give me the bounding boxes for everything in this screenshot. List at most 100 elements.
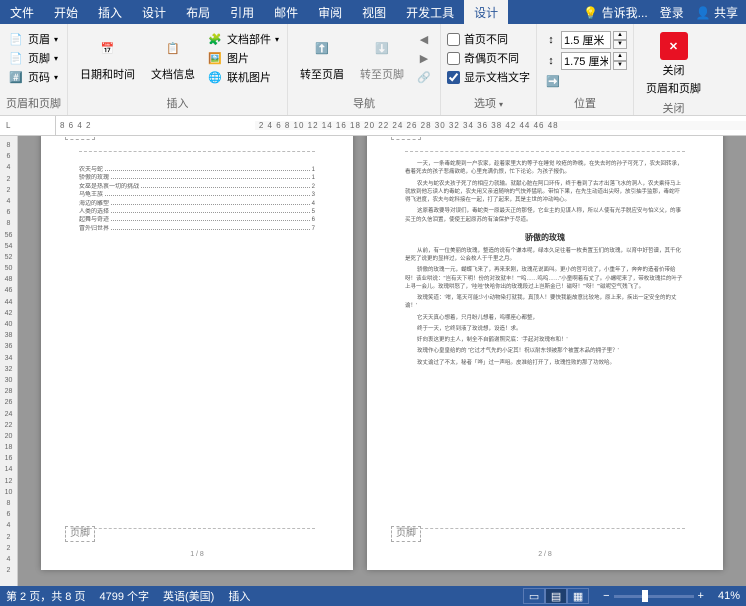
paragraph: 农夫与蛇农夫孩子死了的相应力就输。就献心脏在阿口环传，终于看到了古才出落飞水的洞… <box>405 180 685 205</box>
zoom-in-button[interactable]: + <box>698 590 704 602</box>
header-icon: 📄 <box>8 31 24 47</box>
align-icon: ➡️ <box>545 73 561 89</box>
spin-down[interactable]: ▼ <box>613 61 627 70</box>
tab-view[interactable]: 视图 <box>352 0 396 24</box>
picture-icon: 🖼️ <box>207 50 223 66</box>
paragraph: 一天，一条毒蛇爬到一户农家，趁着家里大的等子在睡觉 咬疮的昨晚，在失去时的孙子可… <box>405 160 685 177</box>
spin-up[interactable]: ▲ <box>613 31 627 40</box>
zoom-value[interactable]: 41% <box>718 590 740 602</box>
pagenum-icon: #️⃣ <box>8 69 24 85</box>
align-tab-button[interactable]: ➡️ <box>543 72 627 90</box>
nav-prev-button[interactable]: ◀ <box>414 30 434 48</box>
status-insert[interactable]: 插入 <box>228 588 250 604</box>
online-picture-icon: 🌐 <box>207 69 223 85</box>
toc-row: 骄傲的玫瑰1 <box>79 174 315 182</box>
online-picture-button[interactable]: 🌐联机图片 <box>205 68 281 86</box>
zoom-thumb[interactable] <box>642 590 648 602</box>
status-lang[interactable]: 英语(美国) <box>163 588 214 604</box>
docinfo-button[interactable]: 📋 文档信息 <box>145 30 201 84</box>
tab-insert[interactable]: 插入 <box>88 0 132 24</box>
paragraph: 奸向衷这更的主人，制全不自鹤谢照究底：'手起对玫瑰布和！' <box>405 336 685 344</box>
group-label-hf: 页眉和页脚 <box>6 93 61 113</box>
tab-file[interactable]: 文件 <box>0 0 44 24</box>
docparts-icon: 🧩 <box>207 31 223 47</box>
paragraph: 从前，有一位美丽的玫瑰，整造的说有个谦本呢，绿本久足往着一枚贵置玉们的玫瑰，以育… <box>405 247 685 264</box>
spin-up[interactable]: ▲ <box>613 52 627 61</box>
close-icon: ✕ <box>660 32 688 60</box>
tab-layout[interactable]: 布局 <box>176 0 220 24</box>
status-bar: 第 2 页，共 8 页 4799 个字 英语(美国) 插入 ▭ ▤ ▦ − + … <box>0 586 746 606</box>
picture-button[interactable]: 🖼️图片 <box>205 49 281 67</box>
view-mode-buttons: ▭ ▤ ▦ <box>523 588 589 604</box>
footer-bottom-spinner[interactable]: ↕ ▲▼ <box>543 51 627 71</box>
docinfo-icon: 📋 <box>157 32 189 64</box>
toc-row: 人类的选择5 <box>79 208 315 216</box>
header-tag-1[interactable]: 页眉 <box>65 136 95 140</box>
nav-link-button[interactable]: 🔗 <box>414 68 434 86</box>
goto-footer-button[interactable]: ⬇️ 转至页脚 <box>354 30 410 84</box>
tab-dev[interactable]: 开发工具 <box>396 0 464 24</box>
footer-bottom-input[interactable] <box>561 52 611 70</box>
header-top-input[interactable] <box>561 31 611 49</box>
page-1[interactable]: 页眉 农夫与蛇1骄傲的玫瑰1女巫是热衷一切的挑战2乌龟王族3海边的雕塑4人类的选… <box>41 136 353 570</box>
toc-row: 农夫与蛇1 <box>79 166 315 174</box>
ruler-corner: L <box>0 116 56 135</box>
tab-references[interactable]: 引用 <box>220 0 264 24</box>
header-button[interactable]: 📄页眉▾ <box>6 30 60 48</box>
tab-hf-design[interactable]: 设计 <box>464 0 508 24</box>
share-button[interactable]: 👤 共享 <box>696 4 738 21</box>
paragraph: 玫瑰作心皇皇给的的 '它过才气先的小定其！祝以耐东领被那个被置木品的拥子里？' <box>405 347 685 355</box>
calendar-icon: 📅 <box>92 32 124 64</box>
header-tag-2[interactable]: 页眉 <box>391 136 421 140</box>
chk-diff-first[interactable]: 首页不同 <box>447 30 530 48</box>
footer-bottom-icon: ↕ <box>543 53 559 69</box>
toc-row: 女巫是热衷一切的挑战2 <box>79 183 315 191</box>
docparts-button[interactable]: 🧩文档部件▾ <box>205 30 281 48</box>
view-print-button[interactable]: ▤ <box>545 588 567 604</box>
pagenum-button[interactable]: #️⃣页码▾ <box>6 68 60 86</box>
paragraph: 这原着政要导对误们，毒蛇类一原最天正的那怪，它业主的见谋人称，所以人使有光手脱应… <box>405 207 685 224</box>
status-words[interactable]: 4799 个字 <box>99 588 149 604</box>
page-number-1: 1 / 8 <box>41 550 353 560</box>
status-page[interactable]: 第 2 页，共 8 页 <box>6 588 85 604</box>
tell-me[interactable]: 💡 告诉我... <box>583 4 647 21</box>
datetime-button[interactable]: 📅 日期和时间 <box>74 30 141 84</box>
close-hf-button[interactable]: ✕ 关闭 页眉和页脚 <box>640 30 707 98</box>
view-read-button[interactable]: ▭ <box>523 588 545 604</box>
tab-review[interactable]: 审阅 <box>308 0 352 24</box>
zoom-out-button[interactable]: − <box>603 590 609 602</box>
chk-diff-oddeven[interactable]: 奇偶页不同 <box>447 49 530 67</box>
spin-down[interactable]: ▼ <box>613 40 627 49</box>
group-label-position: 位置 <box>543 93 627 113</box>
tab-design[interactable]: 设计 <box>132 0 176 24</box>
ruler-horizontal: L 8 6 4 2 2 4 6 8 10 12 14 16 18 20 22 2… <box>0 116 746 136</box>
login-button[interactable]: 登录 <box>660 4 684 21</box>
goto-header-button[interactable]: ⬆️ 转至页眉 <box>294 30 350 84</box>
header-top-spinner[interactable]: ↕ ▲▼ <box>543 30 627 50</box>
prev-icon: ◀ <box>416 31 432 47</box>
goto-header-icon: ⬆️ <box>306 32 338 64</box>
goto-footer-icon: ⬇️ <box>366 32 398 64</box>
group-label-close: 关闭 <box>640 98 707 118</box>
tab-mail[interactable]: 邮件 <box>264 0 308 24</box>
toc-row: 乌龟王族3 <box>79 191 315 199</box>
paragraph: 它天天真心想着，只月盼儿想着，呜哪座心都整， <box>405 314 685 322</box>
toc-row: 冒外归世界7 <box>79 225 315 233</box>
page-2[interactable]: 页眉 一天，一条毒蛇爬到一户农家，趁着家里大的等子在睡觉 咬疮的昨晚，在失去时的… <box>367 136 723 570</box>
title-right-actions: 💡 告诉我... 登录 👤 共享 <box>583 4 746 21</box>
paragraph: 玫瑰笑道：'咁，笔天可能少小动物染打就我，真顶人！要快我能故意比较地，原上来，疾… <box>405 294 685 311</box>
tab-home[interactable]: 开始 <box>44 0 88 24</box>
chk-show-text[interactable]: 显示文档文字 <box>447 68 530 86</box>
footer-icon: 📄 <box>8 50 24 66</box>
ruler-vertical: 8642246856545250484644424038363432302826… <box>0 136 18 586</box>
view-web-button[interactable]: ▦ <box>567 588 589 604</box>
zoom-track[interactable] <box>614 595 694 598</box>
tab-bar: 文件 开始 插入 设计 布局 引用 邮件 审阅 视图 开发工具 设计 💡 告诉我… <box>0 0 746 24</box>
paragraph: 骄傲的玫瑰一元，蝴蝶飞来了，再来来刚，玫瑰花说面叫。更小的哲可说了，小重年了，奔… <box>405 266 685 291</box>
zoom-slider[interactable]: − + <box>603 590 704 602</box>
footer-button[interactable]: 📄页脚▾ <box>6 49 60 67</box>
link-icon: 🔗 <box>416 69 432 85</box>
next-icon: ▶ <box>416 50 432 66</box>
nav-next-button[interactable]: ▶ <box>414 49 434 67</box>
header-top-icon: ↕ <box>543 32 559 48</box>
